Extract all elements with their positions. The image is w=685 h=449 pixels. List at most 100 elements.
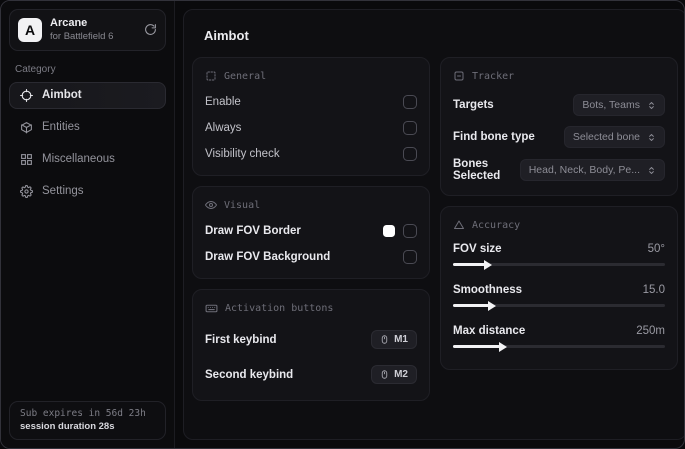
select-value: Selected bone [572, 131, 640, 143]
activation-card-header: Activation buttons [205, 302, 417, 315]
app-identity: Arcane for Battlefield 6 [50, 17, 113, 43]
slider-fill [453, 300, 497, 311]
general-card: General Enable Always Visibility check [192, 57, 430, 176]
visual-card-header: Visual [205, 199, 417, 211]
sidebar-item-label: Entities [42, 121, 80, 134]
card-title: Tracker [472, 70, 515, 82]
setting-row-fov-size: FOV size 50° [453, 238, 665, 279]
grid-icon [20, 153, 33, 166]
fov-size-header: FOV size 50° [453, 243, 665, 255]
smoothness-value: 15.0 [642, 284, 665, 296]
setting-row-targets: Targets Bots, Teams [453, 89, 665, 121]
sidebar-item-aimbot[interactable]: Aimbot [9, 81, 166, 109]
setting-label: FOV size [453, 243, 502, 255]
setting-row-first-keybind: First keybind M1 [205, 322, 417, 357]
fov-size-value: 50° [647, 243, 665, 255]
app-subtitle: for Battlefield 6 [50, 30, 114, 42]
tracker-card-header: Tracker [453, 70, 665, 82]
unfold-icon [647, 100, 656, 111]
setting-label: Visibility check [205, 148, 280, 160]
keybind-value: M1 [394, 334, 408, 345]
page-title: Aimbot [204, 28, 249, 43]
sidebar-item-entities[interactable]: Entities [9, 114, 166, 141]
main-panel: Aimbot General Enable Always Visibility … [183, 9, 684, 440]
slider-thumb[interactable] [498, 341, 507, 352]
mouse-icon [380, 369, 389, 380]
app-logo-card: A Arcane for Battlefield 6 [9, 9, 166, 51]
setting-row-enable: Enable [205, 89, 417, 115]
unfold-icon [647, 132, 656, 143]
sidebar-item-label: Aimbot [42, 89, 82, 102]
accuracy-card-header: Accuracy [453, 219, 665, 231]
fov-size-slider[interactable] [453, 259, 665, 270]
sub-expires-text: Sub expires in 56d 23h [20, 408, 146, 419]
enable-checkbox[interactable] [403, 95, 417, 109]
setting-row-always: Always [205, 115, 417, 141]
sidebar-item-label: Miscellaneous [42, 153, 115, 166]
triangle-icon [453, 219, 465, 231]
right-column: Tracker Targets Bots, Teams Find bone ty… [440, 57, 678, 370]
scan-icon [205, 70, 217, 82]
max-distance-value: 250m [636, 325, 665, 337]
sidebar-item-settings[interactable]: Settings [9, 178, 166, 205]
setting-label: Second keybind [205, 368, 294, 381]
card-title: Visual [224, 199, 261, 211]
tracker-card: Tracker Targets Bots, Teams Find bone ty… [440, 57, 678, 196]
category-label: Category [15, 63, 56, 75]
fov-border-color-swatch[interactable] [383, 225, 395, 237]
app-title: Arcane [50, 17, 88, 29]
setting-row-second-keybind: Second keybind M2 [205, 357, 417, 392]
setting-row-max-distance: Max distance 250m [453, 320, 665, 361]
left-column: General Enable Always Visibility check V… [192, 57, 430, 401]
setting-row-draw-fov-background: Draw FOV Background [205, 244, 417, 270]
first-keybind-button[interactable]: M1 [371, 330, 417, 349]
always-checkbox[interactable] [403, 121, 417, 135]
slider-thumb[interactable] [488, 300, 497, 311]
setting-label: Draw FOV Background [205, 251, 331, 263]
session-duration-text: session duration 28s [20, 421, 115, 432]
gear-icon [20, 184, 33, 198]
eye-icon [205, 199, 217, 211]
slider-fill [453, 259, 492, 270]
frame-minus-icon [453, 70, 465, 82]
slider-thumb[interactable] [483, 259, 492, 270]
crosshair-icon [20, 88, 33, 102]
card-title: General [224, 70, 267, 82]
card-title: Accuracy [472, 219, 521, 231]
setting-label: Smoothness [453, 284, 523, 296]
find-bone-type-select[interactable]: Selected bone [563, 126, 665, 148]
fov-border-controls [383, 224, 417, 238]
content-columns: General Enable Always Visibility check V… [192, 57, 678, 401]
setting-label: Max distance [453, 325, 526, 337]
sidebar-item-label: Settings [42, 185, 84, 198]
setting-label: Always [205, 122, 242, 134]
setting-label: Draw FOV Border [205, 225, 301, 237]
app-window: A Arcane for Battlefield 6 Category Aimb… [0, 0, 685, 449]
mouse-icon [380, 334, 389, 345]
general-card-header: General [205, 70, 417, 82]
setting-row-bones-selected: Bones Selected Head, Neck, Body, Pe... [453, 153, 665, 187]
activation-buttons-card: Activation buttons First keybind M1 Seco… [192, 289, 430, 401]
setting-label: First keybind [205, 333, 277, 346]
app-logo: A [18, 17, 42, 42]
draw-fov-border-checkbox[interactable] [403, 224, 417, 238]
bones-selected-select[interactable]: Head, Neck, Body, Pe... [519, 159, 665, 181]
sidebar: A Arcane for Battlefield 6 Category Aimb… [1, 1, 175, 448]
setting-row-draw-fov-border: Draw FOV Border [205, 218, 417, 244]
refresh-icon[interactable] [144, 23, 157, 36]
setting-label: Bones Selected [453, 158, 501, 182]
card-title: Activation buttons [225, 303, 334, 314]
visibility-check-checkbox[interactable] [403, 147, 417, 161]
setting-label: Enable [205, 96, 241, 108]
draw-fov-background-checkbox[interactable] [403, 250, 417, 264]
setting-label: Find bone type [453, 131, 535, 143]
unfold-icon [647, 165, 656, 176]
keybind-value: M2 [394, 369, 408, 380]
targets-select[interactable]: Bots, Teams [573, 94, 665, 116]
smoothness-slider[interactable] [453, 300, 665, 311]
second-keybind-button[interactable]: M2 [371, 365, 417, 384]
setting-row-visibility-check: Visibility check [205, 141, 417, 167]
sidebar-item-miscellaneous[interactable]: Miscellaneous [9, 146, 166, 173]
max-distance-slider[interactable] [453, 341, 665, 352]
setting-row-smoothness: Smoothness 15.0 [453, 279, 665, 320]
